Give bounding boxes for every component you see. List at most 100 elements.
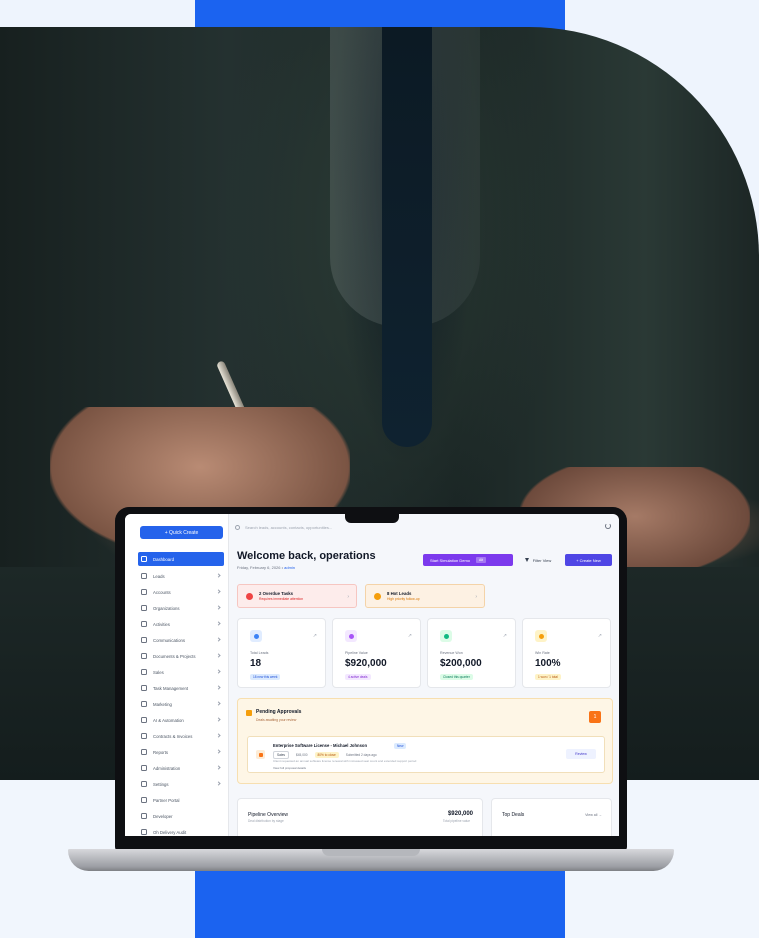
- arrow-up-right-icon: ↗: [312, 633, 317, 639]
- sidebar-item-label: Task Management: [153, 685, 189, 691]
- pending-approvals-panel: Pending Approvals Deals awaiting your re…: [237, 698, 613, 784]
- filter-icon: [524, 558, 529, 562]
- sidebar-item-organizations[interactable]: Organizations: [138, 600, 224, 616]
- search-icon: [235, 524, 240, 530]
- nav-icon: [141, 749, 147, 755]
- sidebar-item-label: Marketing: [153, 701, 172, 707]
- chevron-right-icon: [216, 781, 221, 786]
- pipeline-value-subtitle: Total pipeline value: [442, 819, 470, 823]
- nav-icon: [141, 605, 147, 611]
- arrow-up-right-icon: ↗: [597, 633, 602, 639]
- chevron-right-icon: [216, 765, 221, 770]
- sidebar-item-ai-automation[interactable]: AI & Automation: [138, 712, 224, 728]
- clock-icon: [246, 710, 252, 716]
- approvals-title: Pending Approvals: [256, 709, 302, 715]
- stat-icon: [345, 630, 357, 642]
- chevron-right-icon: [216, 749, 221, 754]
- stat-label: Win Rate: [535, 651, 550, 655]
- stat-card[interactable]: ↗ Total Leads 18 18 new this week: [237, 618, 326, 688]
- sidebar-item-dashboard[interactable]: Dashboard: [138, 552, 224, 566]
- sidebar-item-developer[interactable]: Developer: [138, 808, 224, 824]
- sidebar-item-documents-projects[interactable]: Documents & Projects: [138, 648, 224, 664]
- date-text: Friday, February 6, 2026: [237, 565, 281, 570]
- sidebar-item-settings[interactable]: Settings: [138, 776, 224, 792]
- search-input[interactable]: Search leads, accounts, contacts, opport…: [235, 522, 445, 532]
- sidebar-item-activities[interactable]: Activities: [138, 616, 224, 632]
- refresh-icon[interactable]: [605, 523, 611, 529]
- nav-icon: [141, 781, 147, 787]
- sidebar-item-accounts[interactable]: Accounts: [138, 584, 224, 600]
- arrow-up-right-icon: ↗: [407, 633, 412, 639]
- warning-icon: [246, 592, 253, 600]
- simulation-tag: Alt: [476, 557, 486, 563]
- laptop-notch: [345, 513, 399, 523]
- simulation-button[interactable]: Start Simulation Demo Alt: [423, 554, 513, 566]
- sidebar-item-marketing[interactable]: Marketing: [138, 696, 224, 712]
- approval-requested: Submitted 2 days ago: [345, 753, 377, 757]
- quick-create-button[interactable]: + Quick Create: [140, 526, 223, 539]
- document-icon: [256, 750, 265, 759]
- approval-meta: Sales $45,000 80% to close Submitted 2 d…: [273, 751, 384, 759]
- sidebar: + Quick Create Dashboard Leads Accounts Org…: [125, 514, 229, 836]
- stat-label: Total Leads: [250, 651, 269, 655]
- chevron-right-icon: [216, 669, 221, 674]
- sidebar-item-contracts-invoices[interactable]: Contracts & Invoices: [138, 728, 224, 744]
- stat-note: 1 won / 1 total: [535, 674, 561, 680]
- photo-tie: [382, 27, 432, 447]
- nav-icon: [141, 573, 147, 579]
- flame-icon: [374, 592, 381, 600]
- chevron-right-icon: [216, 653, 221, 658]
- sidebar-item-reports[interactable]: Reports: [138, 744, 224, 760]
- user-role: admin: [284, 565, 296, 570]
- approval-type: Sales: [273, 751, 289, 759]
- sidebar-item-label: Oh Delivery Audit: [153, 829, 187, 835]
- stat-icon: [440, 630, 452, 642]
- sidebar-item-label: Settings: [153, 781, 169, 787]
- nav-icon: [141, 733, 147, 739]
- sidebar-item-label: Reports: [153, 749, 169, 755]
- alert-hot-leads[interactable]: 8 Hot Leads High priority follow-up ›: [365, 584, 485, 608]
- sidebar-item-label: Developer: [153, 813, 173, 819]
- sidebar-item-partner-portal[interactable]: Partner Portal: [138, 792, 224, 808]
- sidebar-item-oh-delivery-audit[interactable]: Oh Delivery Audit: [138, 824, 224, 836]
- stat-card[interactable]: ↗ Win Rate 100% 1 won / 1 total: [522, 618, 611, 688]
- stat-card[interactable]: ↗ Revenue Won $200,000 Closed this quarter: [427, 618, 516, 688]
- sidebar-item-sales[interactable]: Sales: [138, 664, 224, 680]
- sidebar-item-label: Accounts: [153, 589, 171, 595]
- nav-icon: [141, 701, 147, 707]
- create-new-button[interactable]: + Create New: [565, 554, 612, 566]
- nav-icon: [141, 669, 147, 675]
- sidebar-item-label: AI & Automation: [153, 717, 184, 723]
- pipeline-subtitle: Deal distribution by stage: [248, 819, 284, 823]
- chevron-right-icon[interactable]: ›: [475, 594, 477, 600]
- nav-icon: [141, 653, 147, 659]
- simulation-label: Start Simulation Demo: [430, 557, 471, 563]
- alert-subtitle: High priority follow-up: [387, 597, 420, 602]
- view-all-link[interactable]: View all →: [585, 813, 602, 817]
- review-button[interactable]: Review: [566, 749, 596, 759]
- sidebar-item-leads[interactable]: Leads: [138, 568, 224, 584]
- approval-item[interactable]: Enterprise Software License - Michael Jo…: [247, 736, 605, 773]
- approval-view-link[interactable]: View full proposal details: [273, 766, 306, 770]
- chevron-right-icon: [216, 589, 221, 594]
- sidebar-item-administration[interactable]: Administration: [138, 760, 224, 776]
- topbar: Search leads, accounts, contacts, opport…: [229, 514, 619, 540]
- approvals-count-badge: 1: [589, 711, 601, 723]
- laptop-groove: [322, 849, 420, 856]
- stat-card[interactable]: ↗ Pipeline Value $920,000 4 active deals: [332, 618, 421, 688]
- sidebar-item-task-management[interactable]: Task Management: [138, 680, 224, 696]
- filter-button[interactable]: Filter View: [519, 554, 557, 566]
- alert-title: 2 Overdue Tasks: [259, 590, 294, 596]
- pipeline-overview-card: Pipeline Overview Deal distribution by s…: [237, 798, 483, 836]
- alert-overdue-tasks[interactable]: 2 Overdue Tasks Requires immediate atten…: [237, 584, 357, 608]
- chevron-right-icon[interactable]: ›: [347, 594, 349, 600]
- top-deals-card: Top Deals View all →: [491, 798, 612, 836]
- stat-label: Pipeline Value: [345, 651, 368, 655]
- stat-value: $920,000: [345, 658, 387, 669]
- accent-bar-bottom: [195, 870, 565, 938]
- stat-value: 18: [250, 658, 262, 669]
- sidebar-item-label: Partner Portal: [153, 797, 180, 803]
- arrow-up-right-icon: ↗: [502, 633, 507, 639]
- chevron-right-icon: [216, 733, 221, 738]
- sidebar-item-communications[interactable]: Communications: [138, 632, 224, 648]
